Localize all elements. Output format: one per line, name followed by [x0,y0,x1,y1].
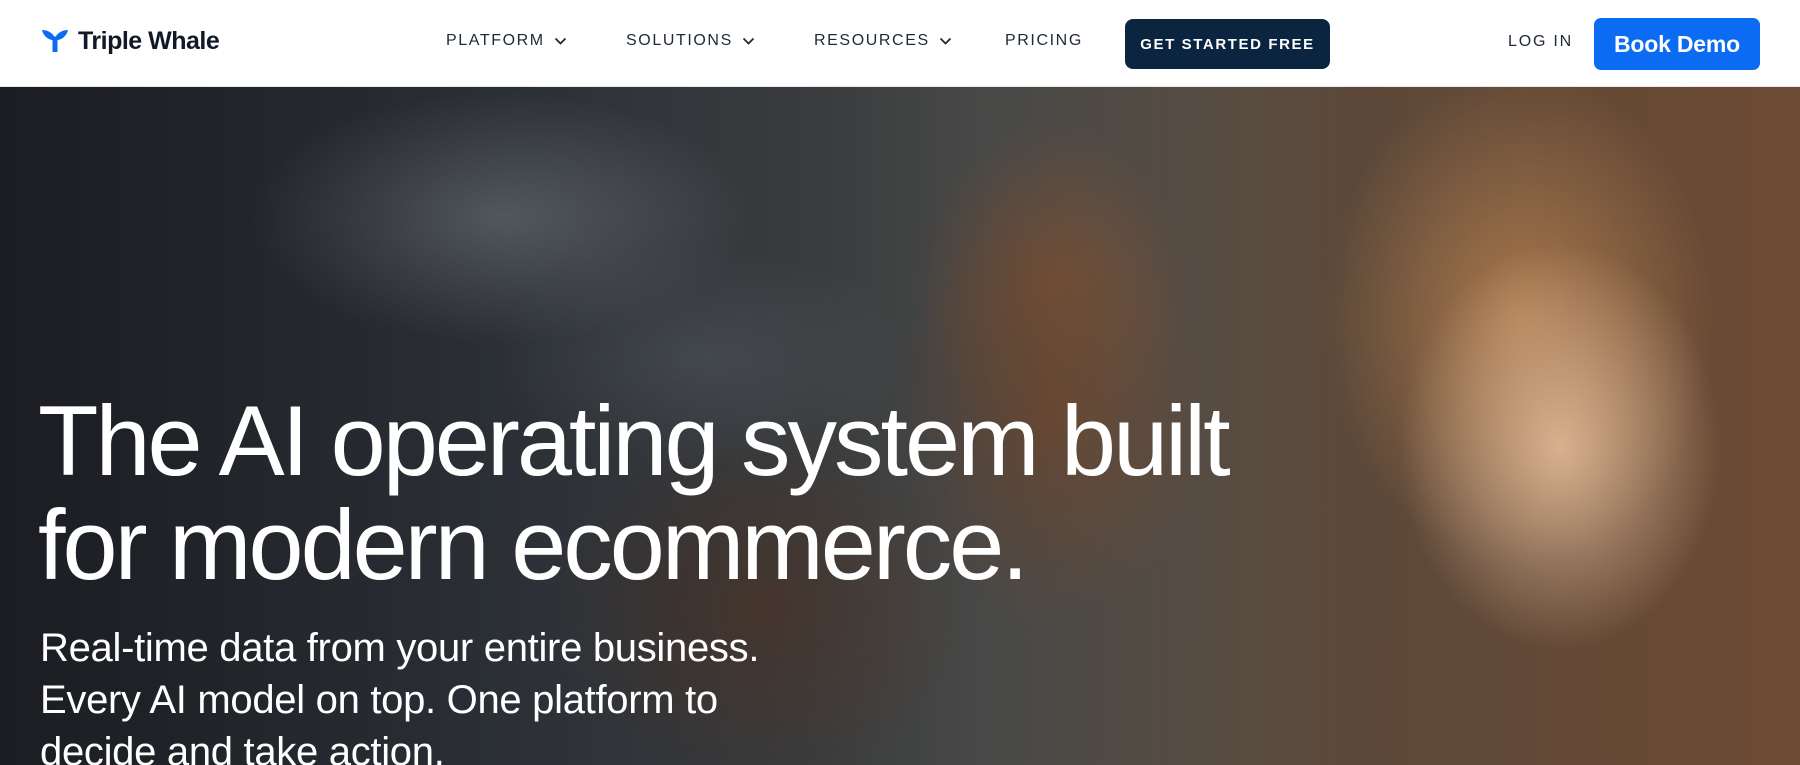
hero-subtitle-line-2: Every AI model on top. One platform to [40,678,718,722]
hero-section: The AI operating system built for modern… [0,87,1800,765]
hero-title: The AI operating system built for modern… [38,389,1258,597]
chevron-down-icon [742,37,755,45]
hero-title-line-2: for modern ecommerce. [38,489,1029,600]
chevron-down-icon [939,37,951,45]
site-header: Triple Whale PLATFORM SOLUTIONS RESOURCE… [0,0,1800,87]
hero-title-line-1: The AI operating system built [38,385,1231,496]
book-demo-button[interactable]: Book Demo [1594,18,1760,70]
hero-subtitle: Real-time data from your entire business… [40,622,900,765]
nav-platform-label: PLATFORM [446,32,545,49]
chevron-down-icon [554,37,566,45]
hero-subtitle-line-1: Real-time data from your entire business… [40,626,760,670]
nav-solutions-label: SOLUTIONS [626,32,733,49]
brand-name: Triple Whale [78,26,220,55]
nav-pricing-label: PRICING [1005,32,1083,49]
nav-resources-label: RESOURCES [814,32,930,49]
brand-logo[interactable]: Triple Whale [41,26,220,56]
login-link[interactable]: LOG IN [1508,33,1573,51]
whale-tail-icon [42,30,68,52]
get-started-button[interactable]: GET STARTED FREE [1125,19,1330,69]
nav-pricing[interactable]: PRICING [1005,32,1083,50]
hero-subtitle-line-3: decide and take action. [40,730,445,765]
nav-solutions[interactable]: SOLUTIONS [626,32,755,50]
nav-resources[interactable]: RESOURCES [814,32,952,50]
nav-platform[interactable]: PLATFORM [446,32,567,50]
